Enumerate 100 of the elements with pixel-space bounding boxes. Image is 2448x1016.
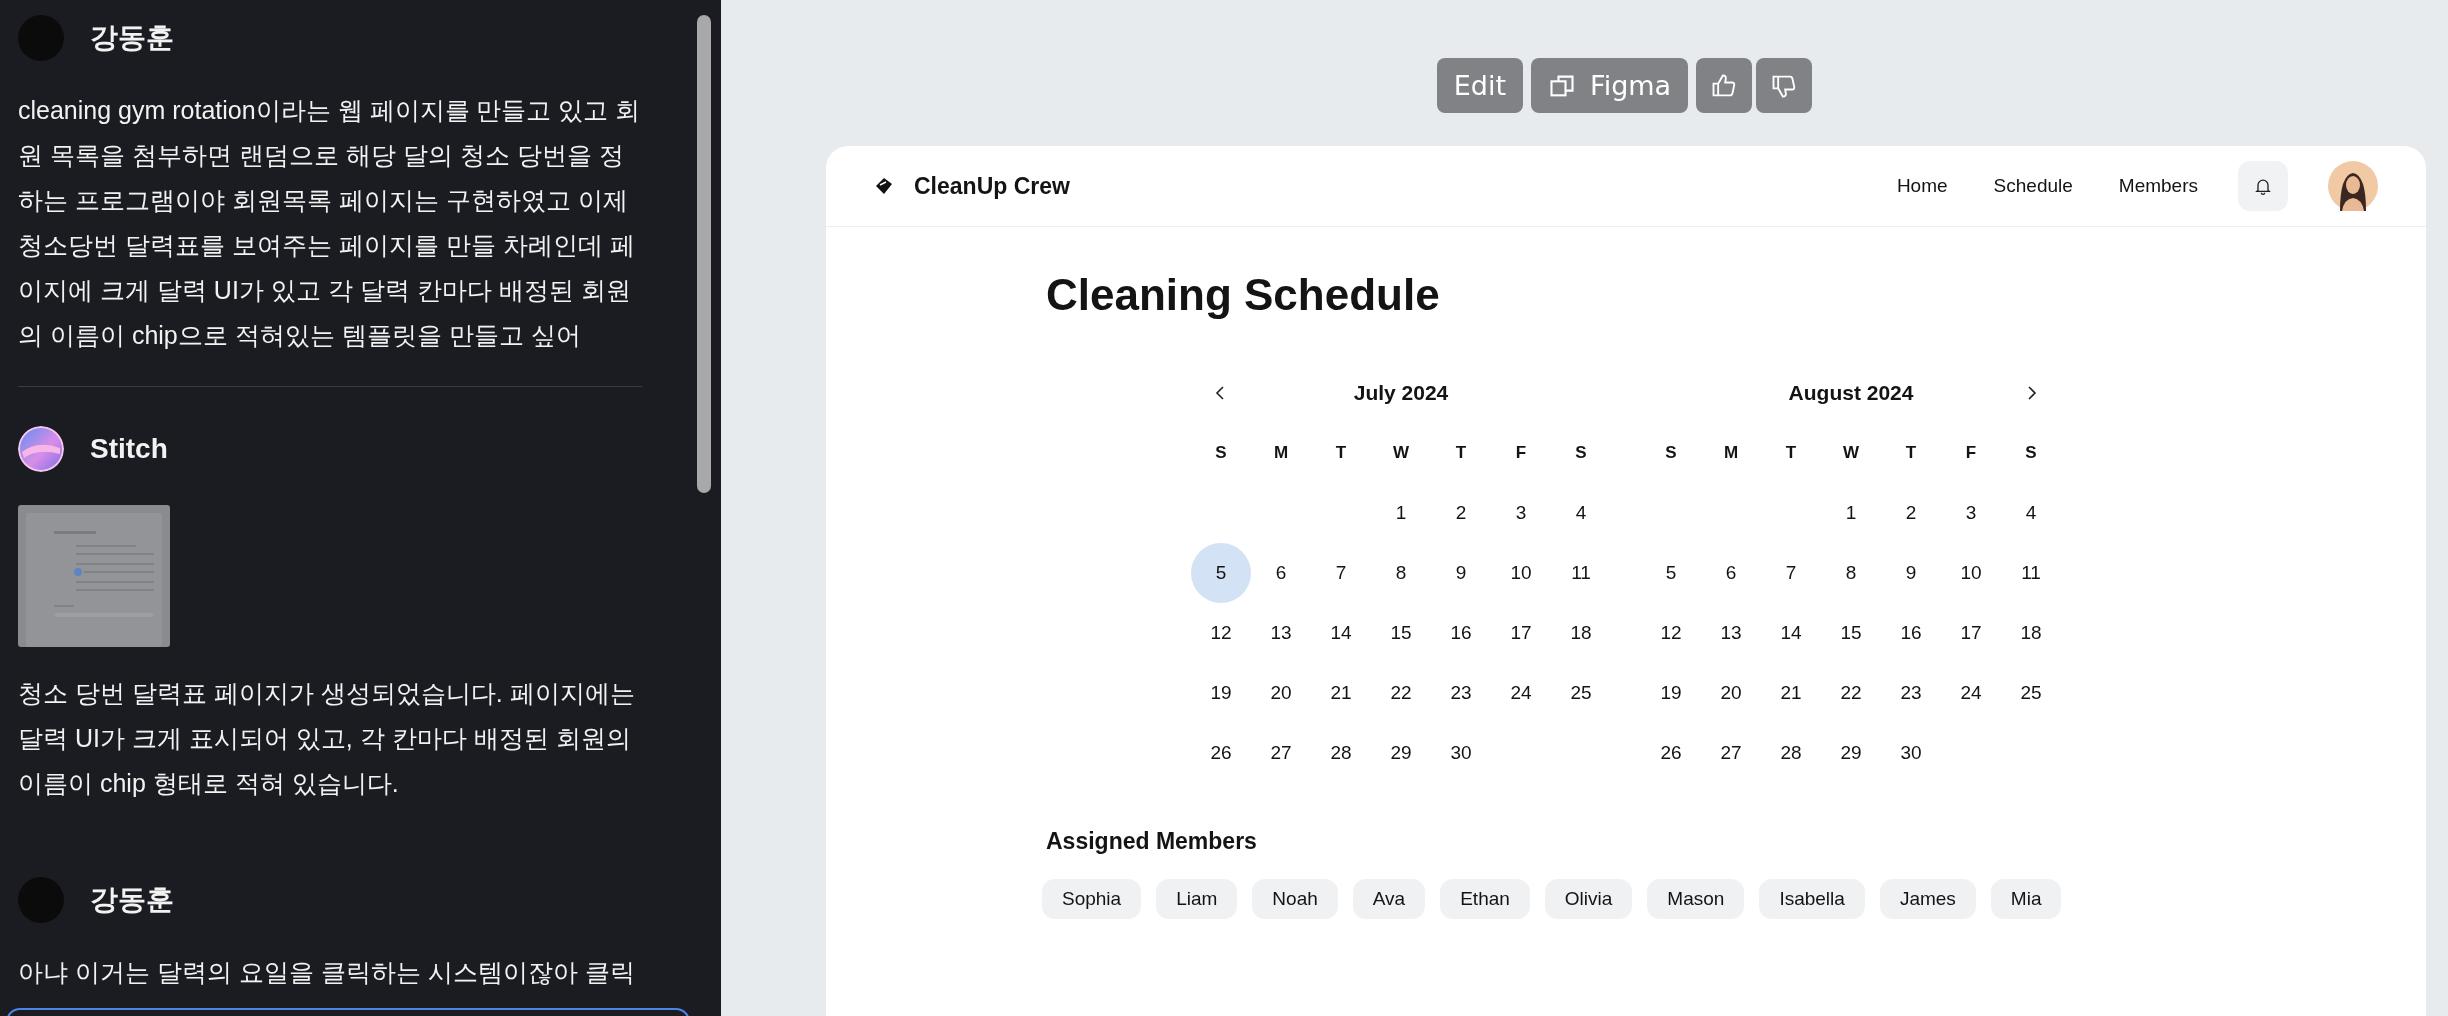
calendar-day[interactable]: 20 [1251, 663, 1311, 723]
weekday-label: W [1842, 443, 1859, 463]
message-text: 아냐 이거는 달력의 요일을 클릭하는 시스템이잖아 클릭 [18, 957, 636, 988]
weekday-label: S [2025, 443, 2037, 463]
figma-button[interactable]: Figma [1531, 58, 1689, 113]
calendar-day[interactable]: 14 [1761, 603, 1821, 663]
nav-link[interactable]: Schedule [1993, 175, 2073, 197]
thumbs-down-button[interactable] [1756, 58, 1813, 113]
calendar-day[interactable]: 29 [1821, 723, 1881, 783]
calendar-day[interactable]: 27 [1251, 723, 1311, 783]
calendar-day[interactable]: 28 [1311, 723, 1371, 783]
calendar-day[interactable]: 19 [1191, 663, 1251, 723]
calendar-day[interactable]: 4 [1551, 483, 1611, 543]
calendar-day[interactable]: 16 [1431, 603, 1491, 663]
calendar-day[interactable]: 22 [1371, 663, 1431, 723]
calendar-day[interactable]: 23 [1431, 663, 1491, 723]
author-name: 강동훈 [90, 21, 174, 55]
member-chip[interactable]: Ava [1352, 879, 1426, 919]
weekday-label: S [1575, 443, 1587, 463]
calendar-day[interactable]: 6 [1701, 543, 1761, 603]
member-chip[interactable]: James [1879, 879, 1976, 919]
calendar-day[interactable]: 20 [1701, 663, 1761, 723]
calendar-day[interactable]: 30 [1881, 723, 1941, 783]
calendar-day[interactable]: 12 [1641, 603, 1701, 663]
calendar-day[interactable]: 13 [1701, 603, 1761, 663]
profile-avatar-icon[interactable] [2328, 161, 2378, 211]
calendar-day[interactable]: 19 [1641, 663, 1701, 723]
month-title: July 2024 [1353, 381, 1449, 405]
calendar-day[interactable]: 17 [1941, 603, 2001, 663]
calendar-day[interactable]: 6 [1251, 543, 1311, 603]
calendar-day[interactable]: 7 [1311, 543, 1371, 603]
calendar-day[interactable]: 25 [2001, 663, 2061, 723]
section-heading: Assigned Members [1046, 828, 1258, 855]
member-chip[interactable]: Noah [1252, 879, 1338, 919]
member-chip[interactable]: Sophia [1042, 879, 1142, 919]
calendar-day[interactable]: 24 [1491, 663, 1551, 723]
calendar-day[interactable]: 9 [1431, 543, 1491, 603]
calendar-day[interactable]: 25 [1551, 663, 1611, 723]
weekday-label: T [1455, 443, 1467, 463]
logo-icon [874, 176, 894, 196]
calendar-day[interactable]: 2 [1431, 483, 1491, 543]
calendar-day[interactable]: 5 [1641, 543, 1701, 603]
calendar-day[interactable]: 5 [1191, 543, 1251, 603]
calendar-day[interactable]: 3 [1491, 483, 1551, 543]
calendar-day[interactable]: 15 [1821, 603, 1881, 663]
calendar-day[interactable]: 11 [2001, 543, 2061, 603]
calendar-day[interactable]: 7 [1761, 543, 1821, 603]
calendar-day[interactable]: 12 [1191, 603, 1251, 663]
assistant-avatar-icon [18, 426, 64, 472]
nav-link[interactable]: Members [2118, 175, 2198, 197]
weekday-label: F [1965, 443, 1977, 463]
calendar-day[interactable]: 18 [2001, 603, 2061, 663]
calendar-day[interactable]: 26 [1641, 723, 1701, 783]
calendar-day[interactable]: 28 [1761, 723, 1821, 783]
weekday-label: T [1905, 443, 1917, 463]
calendar-day[interactable]: 2 [1881, 483, 1941, 543]
weekday-label: M [1273, 443, 1289, 463]
nav-link[interactable]: Home [1896, 175, 1948, 197]
calendar-day[interactable]: 9 [1881, 543, 1941, 603]
calendar-day[interactable]: 27 [1701, 723, 1761, 783]
calendar-day[interactable]: 30 [1431, 723, 1491, 783]
calendar-day[interactable]: 8 [1821, 543, 1881, 603]
calendar-day[interactable]: 21 [1761, 663, 1821, 723]
calendar-day[interactable]: 8 [1371, 543, 1431, 603]
thumbs-up-button[interactable] [1696, 58, 1753, 113]
weekday-label: T [1335, 443, 1347, 463]
calendar-day[interactable]: 24 [1941, 663, 2001, 723]
calendar-day[interactable]: 23 [1881, 663, 1941, 723]
calendar-day[interactable]: 29 [1371, 723, 1431, 783]
weekday-label: W [1392, 443, 1409, 463]
member-chip[interactable]: Olivia [1544, 879, 1633, 919]
weekday-label: T [1785, 443, 1797, 463]
author-name: 강동훈 [90, 883, 174, 917]
member-chip[interactable]: Ethan [1440, 879, 1530, 919]
calendar-day[interactable]: 4 [2001, 483, 2061, 543]
brand-name: CleanUp Crew [914, 172, 1070, 200]
calendar-day[interactable]: 10 [1941, 543, 2001, 603]
calendar-day[interactable]: 10 [1491, 543, 1551, 603]
calendar-day[interactable]: 3 [1941, 483, 2001, 543]
calendar-day[interactable]: 17 [1491, 603, 1551, 663]
calendar-day[interactable]: 16 [1881, 603, 1941, 663]
calendar-day[interactable]: 22 [1821, 663, 1881, 723]
calendar-day[interactable]: 1 [1821, 483, 1881, 543]
member-chip[interactable]: Isabella [1759, 879, 1865, 919]
calendar-day[interactable]: 13 [1251, 603, 1311, 663]
weekday-label: S [1665, 443, 1677, 463]
member-chip[interactable]: Mason [1647, 879, 1745, 919]
calendar-day[interactable]: 21 [1311, 663, 1371, 723]
calendar-day[interactable]: 15 [1371, 603, 1431, 663]
scrollbar[interactable] [697, 15, 711, 493]
author-name: Stitch [90, 433, 168, 465]
calendar-day[interactable]: 1 [1371, 483, 1431, 543]
calendar-day[interactable]: 14 [1311, 603, 1371, 663]
calendar-day[interactable]: 26 [1191, 723, 1251, 783]
edit-button[interactable]: Edit [1436, 58, 1524, 113]
calendar-day[interactable]: 11 [1551, 543, 1611, 603]
member-chip[interactable]: Mia [1990, 879, 2062, 919]
calendar-day[interactable]: 18 [1551, 603, 1611, 663]
member-chip[interactable]: Liam [1156, 879, 1238, 919]
notifications-button[interactable] [2238, 161, 2288, 211]
